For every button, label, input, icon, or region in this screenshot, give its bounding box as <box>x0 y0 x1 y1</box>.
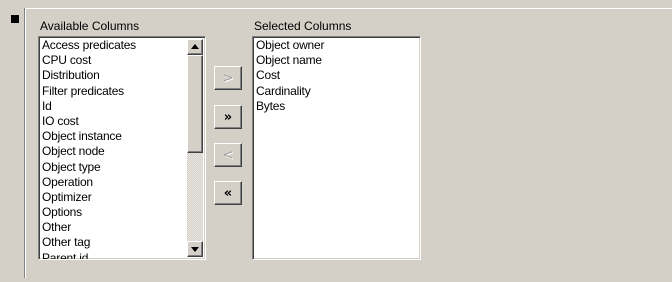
selected-columns-label: Selected Columns <box>254 19 352 33</box>
remove-selected-button[interactable]: < <box>214 143 242 167</box>
available-columns-items: Access predicates CPU cost Distribution Fil… <box>42 38 205 259</box>
column-chooser-panel: Available Columns Access predicates CPU c… <box>0 0 672 282</box>
row-marker-icon <box>11 15 19 23</box>
list-item[interactable]: IO cost <box>42 114 205 129</box>
available-columns-scrollbar[interactable] <box>187 39 203 257</box>
list-item[interactable]: Object name <box>256 53 420 68</box>
list-item[interactable]: Object instance <box>42 129 205 144</box>
list-item[interactable]: Distribution <box>42 68 205 83</box>
list-item[interactable]: Other <box>42 220 205 235</box>
arrow-up-icon <box>191 44 199 49</box>
list-item[interactable]: Object owner <box>256 38 420 53</box>
list-item[interactable]: Optimizer <box>42 190 205 205</box>
selected-columns-items: Object owner Object name Cost Cardinality By… <box>256 38 420 114</box>
list-item[interactable]: Id <box>42 99 205 114</box>
list-item[interactable]: Object node <box>42 144 205 159</box>
list-item[interactable]: Operation <box>42 175 205 190</box>
list-item[interactable]: Filter predicates <box>42 84 205 99</box>
divider <box>24 8 26 278</box>
available-columns-label: Available Columns <box>40 19 140 33</box>
divider <box>26 8 672 10</box>
list-item[interactable]: Other tag <box>42 235 205 250</box>
list-item[interactable]: Access predicates <box>42 38 205 53</box>
selected-columns-list[interactable]: Object owner Object name Cost Cardinality By… <box>252 36 421 260</box>
list-item[interactable]: Parent id <box>42 251 205 259</box>
scroll-up-button[interactable] <box>187 39 203 55</box>
arrow-down-icon <box>191 247 199 252</box>
add-selected-button[interactable]: > <box>214 66 242 90</box>
remove-all-button[interactable]: « <box>214 181 242 205</box>
left-strip <box>0 0 26 282</box>
list-item[interactable]: Cardinality <box>256 84 420 99</box>
available-columns-list[interactable]: Access predicates CPU cost Distribution Fil… <box>38 36 206 260</box>
list-item[interactable]: Bytes <box>256 99 420 114</box>
add-all-button[interactable]: » <box>214 105 242 129</box>
list-item[interactable]: Object type <box>42 160 205 175</box>
scroll-down-button[interactable] <box>187 241 203 257</box>
scroll-thumb[interactable] <box>187 55 203 153</box>
list-item[interactable]: CPU cost <box>42 53 205 68</box>
list-item[interactable]: Options <box>42 205 205 220</box>
list-item[interactable]: Cost <box>256 68 420 83</box>
